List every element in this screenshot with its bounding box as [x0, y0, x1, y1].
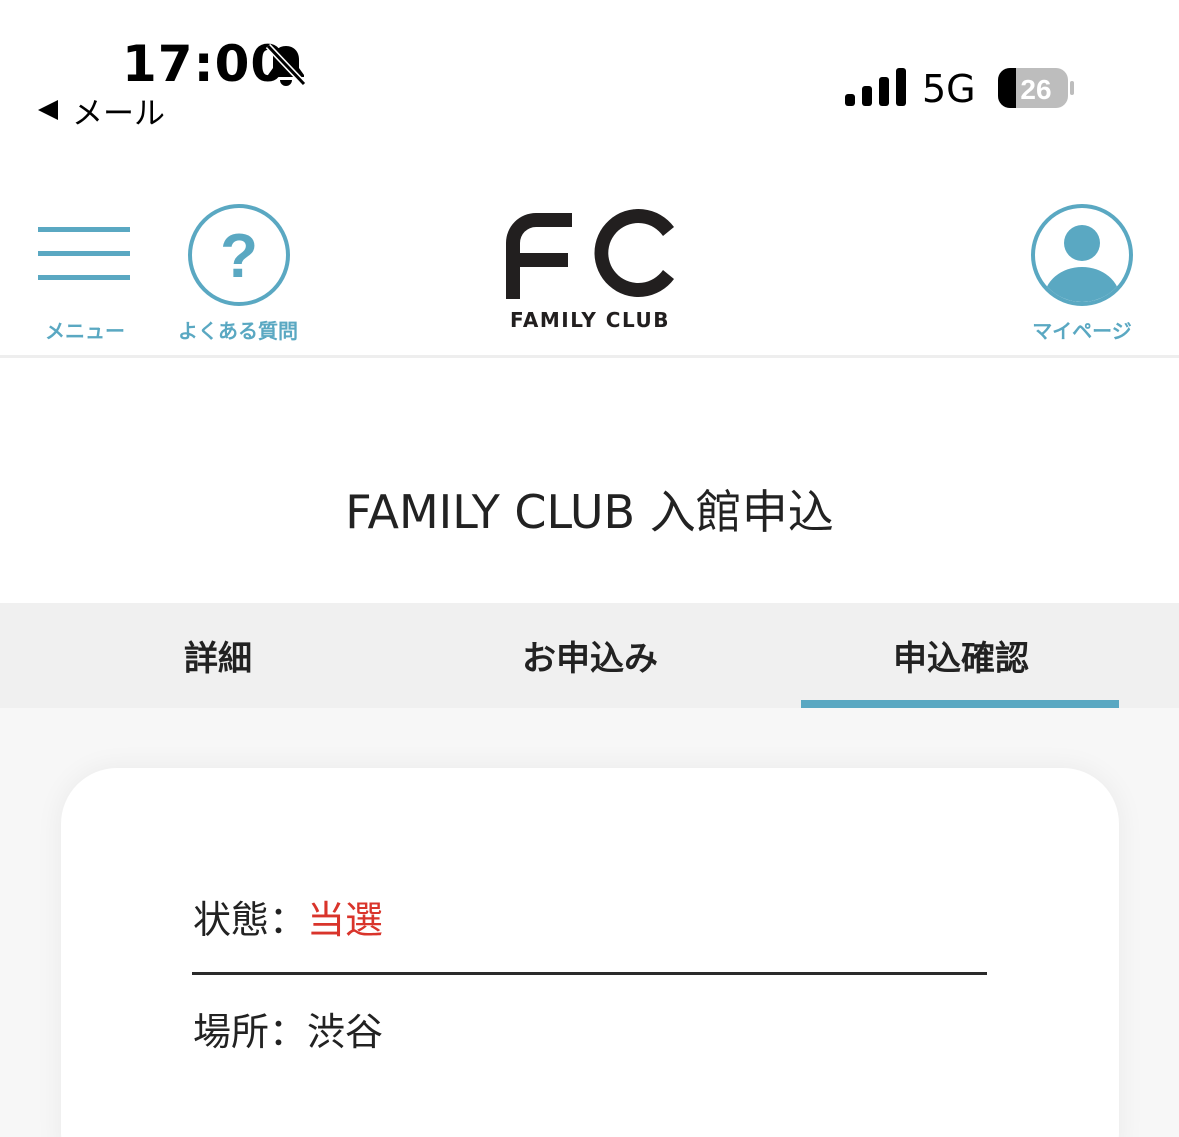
back-label: メール	[72, 95, 165, 132]
place-row: 場所：渋谷	[193, 1004, 383, 1060]
place-label: 場所：	[193, 1010, 308, 1054]
status-label: 状態：	[193, 898, 308, 942]
family-club-logo[interactable]: FAMILY CLUB	[498, 203, 682, 333]
tab-confirmation[interactable]: 申込確認	[773, 603, 1149, 708]
menu-button[interactable]: メニュー	[38, 227, 132, 343]
page-title: FAMILY CLUB 入館申込	[345, 485, 834, 539]
page: 17:00 メール 5G 26 メニュー ? よくある質問 FAMILY CLU…	[0, 0, 1179, 1137]
mypage-label: マイページ	[1032, 319, 1132, 343]
place-value: 渋谷	[307, 1010, 384, 1054]
user-icon	[1031, 204, 1133, 306]
network-type: 5G	[922, 67, 976, 111]
site-header: メニュー ? よくある質問 FAMILY CLUB マイページ	[0, 185, 1179, 358]
step-tabs: 詳細 お申込み 申込確認	[0, 603, 1179, 708]
battery-level: 26	[1020, 74, 1051, 105]
active-tab-indicator	[801, 700, 1119, 708]
back-to-mail-link[interactable]: メール	[38, 90, 165, 132]
status-row: 状態：当選	[193, 892, 383, 948]
battery-icon: 26	[998, 68, 1074, 108]
divider	[192, 972, 987, 975]
logo-subtext: FAMILY CLUB	[510, 308, 670, 332]
hamburger-icon	[38, 227, 130, 280]
question-icon: ?	[188, 204, 290, 306]
tab-details[interactable]: 詳細	[30, 603, 406, 708]
faq-label: よくある質問	[178, 319, 298, 343]
application-card: 状態：当選 場所：渋谷	[61, 768, 1119, 1137]
fc-logo-mark	[506, 209, 674, 299]
back-arrow-icon	[38, 100, 58, 120]
menu-label: メニュー	[45, 319, 125, 343]
svg-text:?: ?	[220, 222, 258, 291]
status-value: 当選	[307, 898, 384, 942]
signal-icon	[845, 68, 906, 106]
bell-slash-icon	[265, 43, 307, 87]
tab-application[interactable]: お申込み	[402, 603, 778, 708]
status-time: 17:00	[122, 35, 287, 93]
